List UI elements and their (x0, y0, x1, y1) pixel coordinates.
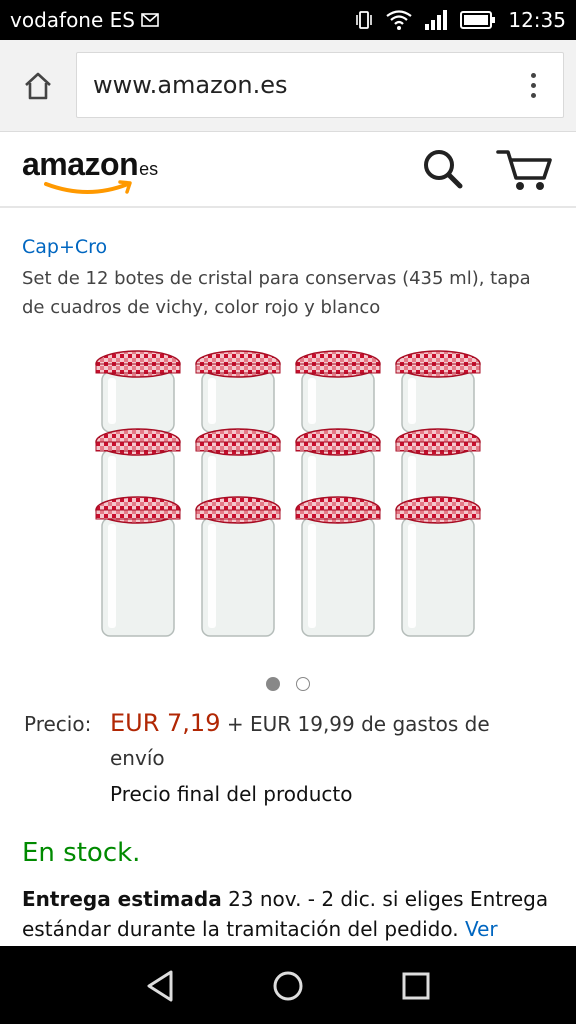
logo-suffix: es (139, 159, 159, 179)
home-circle-icon (273, 971, 303, 1001)
carrier-name: vodafone ES (10, 8, 135, 32)
search-icon (424, 150, 463, 189)
overflow-menu-icon[interactable] (517, 69, 549, 101)
logo-word: amazon (22, 146, 139, 182)
screen: vodafone ES 12:35 www.amazon.es amazones… (0, 0, 576, 1024)
nav-back-button[interactable] (139, 964, 183, 1008)
nav-recents-button[interactable] (394, 964, 438, 1008)
jar (95, 350, 181, 433)
product-image[interactable] (88, 338, 488, 638)
site-header: amazones (0, 132, 576, 208)
browser-home-button[interactable] (20, 68, 56, 104)
search-button[interactable] (420, 146, 466, 192)
product-title: Set de 12 botes de cristal para conserva… (22, 268, 531, 318)
mail-icon (141, 13, 159, 27)
battery-icon (460, 11, 496, 29)
home-icon (25, 72, 51, 100)
wifi-icon (386, 10, 413, 30)
vibrate-icon (356, 11, 373, 29)
cart-button[interactable] (496, 146, 556, 192)
price-value: EUR 7,19 (110, 709, 221, 737)
cart-icon (496, 150, 552, 190)
clock: 12:35 (508, 8, 566, 32)
jar (195, 496, 281, 637)
jar (295, 350, 381, 433)
amazon-logo[interactable]: amazones (22, 146, 159, 194)
brand-link[interactable]: Cap+Cro (22, 236, 107, 258)
delivery-estimate: Entrega estimada 23 nov. - 2 dic. si eli… (22, 884, 562, 944)
browser-toolbar: www.amazon.es (0, 40, 576, 132)
smile-arrow-icon (44, 180, 132, 194)
jar (95, 496, 181, 637)
jar (295, 496, 381, 637)
url-text: www.amazon.es (93, 71, 288, 99)
status-icons: 12:35 (354, 8, 566, 32)
delivery-heading: Entrega estimada (22, 887, 222, 911)
stock-status: En stock. (22, 838, 141, 868)
system-nav-bar (0, 946, 576, 1024)
delivery-details-link[interactable]: Ver (465, 917, 498, 941)
url-bar[interactable]: www.amazon.es (76, 52, 564, 118)
nav-home-button[interactable] (266, 964, 310, 1008)
image-carousel-indicator (266, 677, 310, 691)
carousel-dot-1[interactable] (266, 677, 280, 691)
final-price-note: Precio final del producto (110, 782, 353, 806)
carousel-dot-2[interactable] (296, 677, 310, 691)
signal-icon (425, 10, 448, 30)
jar (395, 350, 481, 433)
carrier-group: vodafone ES (10, 8, 159, 32)
price-block: EUR 7,19 + EUR 19,99 de gastos de envío (110, 706, 550, 775)
recents-icon (402, 972, 430, 1000)
price-label: Precio: (24, 712, 92, 736)
back-icon (147, 970, 173, 1002)
jar (195, 350, 281, 433)
jar (395, 496, 481, 637)
status-bar: vodafone ES 12:35 (0, 0, 576, 40)
